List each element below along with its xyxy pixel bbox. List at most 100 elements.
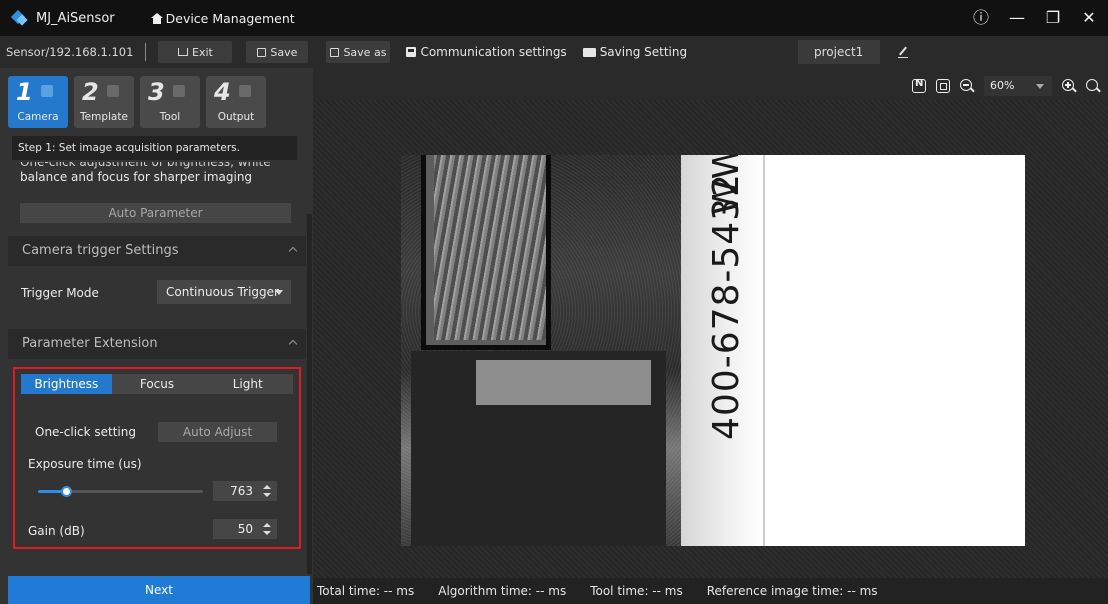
parameter-tabs: Brightness Focus Light (21, 374, 293, 394)
exit-icon (178, 48, 189, 56)
step-label: Tool (159, 111, 181, 123)
auto-description-line2: balance and focus for sharper imaging (20, 170, 253, 184)
app-title: MJ_AiSensor (36, 10, 115, 26)
restore-icon[interactable]: ❐ (1044, 0, 1062, 36)
auto-parameter-button[interactable]: Auto Parameter (20, 203, 291, 223)
auto-parameter-description: One-click adjustment of brightness, whit… (20, 162, 300, 190)
gain-label: Gain (dB) (28, 524, 85, 538)
save-as-button[interactable]: Save as (326, 41, 391, 63)
step-number: 3 (148, 78, 165, 106)
reference-image-time: Reference image time: -- ms (706, 584, 878, 598)
zoom-select[interactable]: 60% (984, 76, 1052, 96)
project-name-field[interactable]: project1 (798, 40, 880, 64)
step-label: Camera (17, 111, 59, 123)
chevron-up-icon (288, 246, 298, 256)
parameter-extension-title: Parameter Extension (22, 336, 158, 351)
original-size-icon[interactable] (912, 78, 926, 93)
sensor-address: Sensor/192.168.1.101 (6, 45, 134, 59)
toolbar: Sensor/192.168.1.101 Exit Save Save as C… (0, 36, 1108, 68)
template-icon (107, 85, 119, 97)
title-bar: MJ_AiSensor Device Management ⓘ — ❐ ✕ (0, 0, 1108, 36)
tab-brightness[interactable]: Brightness (21, 374, 112, 394)
trigger-mode-label: Trigger Mode (21, 286, 99, 300)
exposure-slider[interactable] (38, 486, 203, 497)
camera-icon (41, 85, 53, 97)
viewer-toolbar: 60% (313, 68, 1108, 100)
parameter-extension-header[interactable]: Parameter Extension (8, 329, 306, 359)
auto-description-line1: One-click adjustment of brightness, whit… (20, 162, 271, 169)
step-tabs: 1 Camera 2 Template 3 Tool 4 Output (8, 76, 266, 136)
exposure-value: 763 (230, 484, 253, 498)
gain-spinbox[interactable]: 50 (213, 519, 277, 539)
device-management-link[interactable]: Device Management (150, 10, 295, 26)
pencil-icon[interactable] (898, 46, 908, 58)
caret-down-icon (1036, 84, 1044, 89)
total-time: Total time: -- ms (317, 584, 415, 598)
caret-down-icon (275, 290, 283, 295)
app-logo-icon (12, 10, 28, 26)
camera-trigger-title: Camera trigger Settings (22, 243, 179, 258)
step-tip: Step 1: Set image acquisition parameters… (12, 136, 297, 160)
home-icon (150, 12, 163, 24)
image-phone-text: 400-678-5432 (706, 172, 747, 440)
saving-setting-button[interactable]: Saving Setting (582, 45, 688, 59)
exit-label: Exit (192, 45, 213, 59)
tool-icon (173, 85, 185, 97)
save-as-icon (330, 47, 340, 57)
zoom-reset-icon[interactable] (1086, 79, 1100, 93)
window-controls: ⓘ — ❐ ✕ (972, 0, 1098, 36)
zoom-in-icon[interactable] (1062, 79, 1076, 93)
saving-setting-label: Saving Setting (599, 45, 688, 59)
close-icon[interactable]: ✕ (1080, 0, 1098, 36)
exit-button[interactable]: Exit (158, 41, 233, 63)
step-output[interactable]: 4 Output (206, 76, 266, 128)
output-icon (239, 85, 251, 97)
zoom-value: 60% (990, 79, 1015, 92)
left-panel-scrollbar[interactable] (307, 214, 312, 574)
save-button[interactable]: Save (246, 41, 309, 63)
step-number: 2 (82, 78, 99, 106)
communication-label: Communication settings (420, 45, 567, 59)
exposure-spinbox[interactable]: 763 (213, 481, 277, 501)
trigger-mode-value: Continuous Trigger (166, 285, 279, 299)
step-label: Template (80, 111, 128, 123)
parameter-extension-box: Brightness Focus Light One-click setting… (13, 367, 301, 549)
tab-focus[interactable]: Focus (112, 374, 203, 394)
gain-value: 50 (237, 522, 253, 536)
exposure-time-label: Exposure time (us) (28, 457, 142, 471)
step-tool[interactable]: 3 Tool (140, 76, 200, 128)
save-as-label: Save as (343, 45, 387, 59)
minimize-icon[interactable]: — (1008, 0, 1026, 36)
tab-light[interactable]: Light (202, 374, 293, 394)
communication-icon (406, 47, 417, 57)
step-template[interactable]: 2 Template (74, 76, 134, 128)
step-label: Output (217, 111, 255, 123)
step-number: 1 (16, 78, 33, 106)
step-camera[interactable]: 1 Camera (8, 76, 68, 128)
spinner-arrows-icon[interactable] (263, 485, 271, 497)
camera-image[interactable]: WW 400-678-5432 (401, 155, 1025, 546)
tool-time: Tool time: -- ms (590, 584, 683, 598)
camera-trigger-header[interactable]: Camera trigger Settings (8, 236, 306, 266)
device-management-label: Device Management (165, 10, 295, 26)
keyboard-icon (582, 47, 596, 57)
monitor-shape (421, 155, 551, 350)
communication-settings-button[interactable]: Communication settings (406, 45, 567, 59)
next-button[interactable]: Next (8, 576, 310, 604)
spinner-arrows-icon[interactable] (263, 523, 271, 535)
status-bar: Total time: -- ms Algorithm time: -- ms … (313, 578, 1108, 604)
fit-window-icon[interactable] (936, 79, 950, 93)
chevron-up-icon (288, 339, 298, 349)
one-click-setting-label: One-click setting (35, 425, 136, 439)
info-icon[interactable]: ⓘ (972, 0, 990, 36)
trigger-mode-select[interactable]: Continuous Trigger (157, 280, 291, 304)
exposure-slider-handle[interactable] (61, 486, 72, 497)
algorithm-time: Algorithm time: -- ms (438, 584, 567, 598)
zoom-out-icon[interactable] (960, 79, 974, 93)
zoom-tools: 60% (912, 76, 1100, 96)
save-icon (257, 47, 267, 57)
save-label: Save (270, 45, 298, 59)
auto-adjust-button[interactable]: Auto Adjust (158, 422, 277, 442)
step-number: 4 (214, 78, 231, 106)
toolbar-divider (145, 43, 147, 61)
